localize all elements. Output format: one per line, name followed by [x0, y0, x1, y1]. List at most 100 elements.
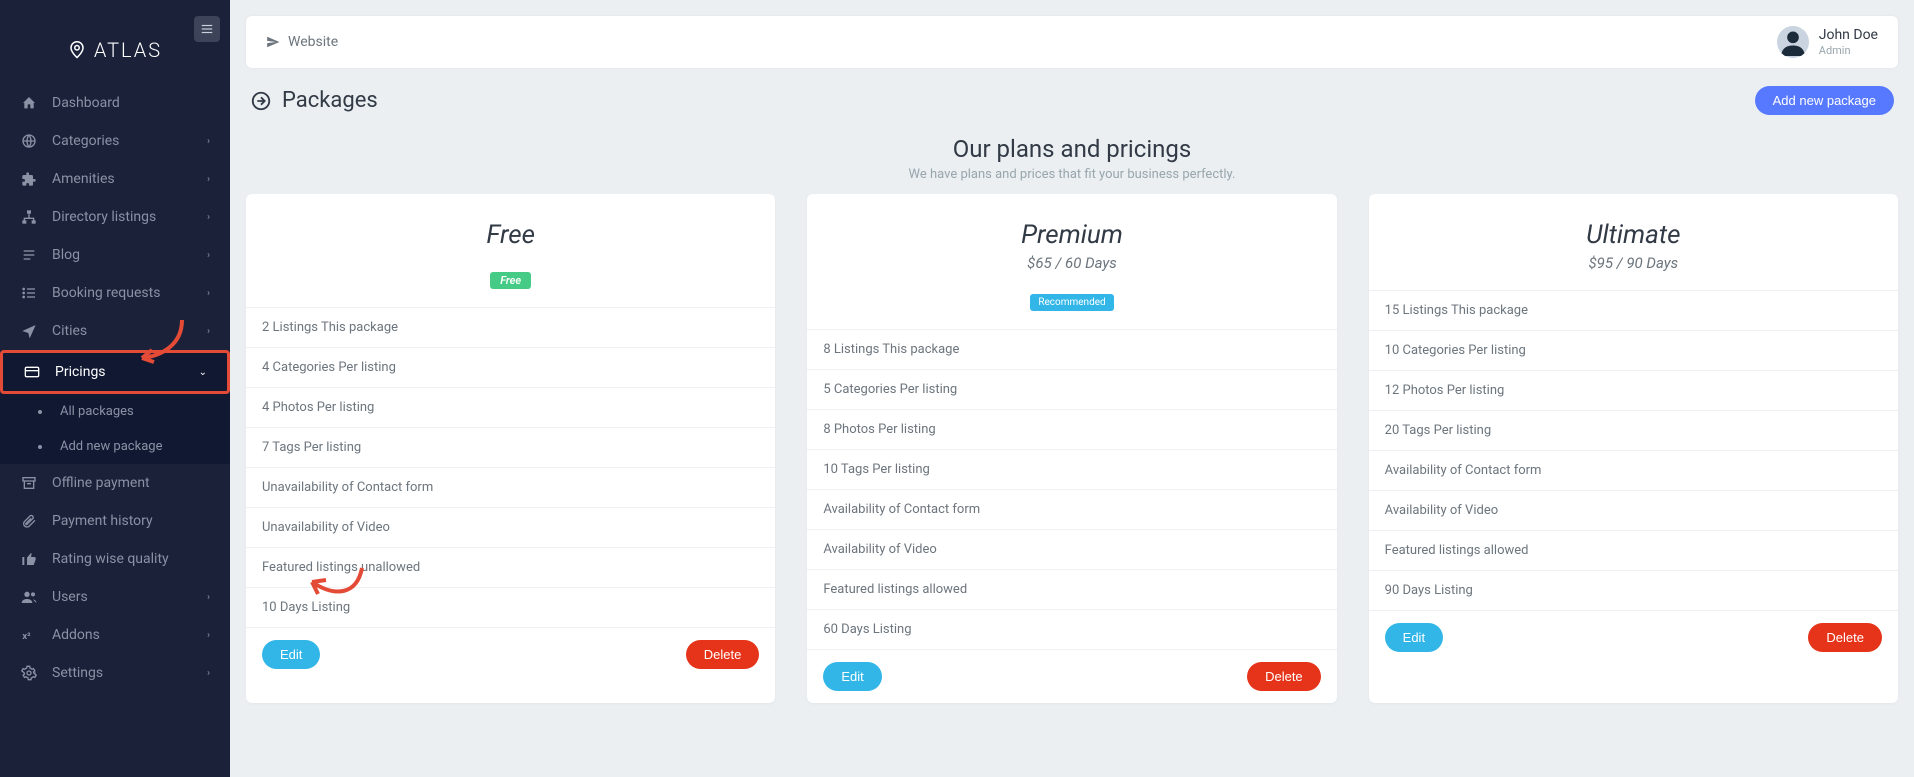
circle-arrow-icon	[250, 90, 272, 112]
section-subtitle: We have plans and prices that fit your b…	[230, 167, 1914, 182]
credit-card-icon	[23, 363, 41, 381]
nav-users[interactable]: Users ›	[0, 578, 230, 616]
paperclip-icon	[20, 512, 38, 530]
subnav-add-new-package[interactable]: Add new package	[0, 429, 230, 464]
avatar-icon	[1779, 28, 1807, 56]
plan-name: Free	[262, 220, 759, 250]
plan-feature: Availability of Video	[1369, 491, 1898, 531]
nav-label: Settings	[52, 665, 103, 681]
sidebar: ATLAS Dashboard Categories › Amenities ›…	[0, 0, 230, 777]
plan-actions: Edit Delete	[807, 650, 1336, 703]
plan-feature: 12 Photos Per listing	[1369, 371, 1898, 411]
plan-feature: Unavailability of Video	[246, 508, 775, 548]
nav-label: Blog	[52, 247, 80, 263]
plan-feature: 5 Categories Per listing	[807, 370, 1336, 410]
user-name: John Doe	[1819, 27, 1878, 44]
plan-feature: Availability of Video	[807, 530, 1336, 570]
hamburger-button[interactable]	[194, 16, 220, 42]
user-menu[interactable]: John Doe Admin	[1777, 26, 1878, 58]
plan-feature: 10 Categories Per listing	[1369, 331, 1898, 371]
nav-label: Users	[52, 589, 88, 605]
edit-button[interactable]: Edit	[262, 640, 320, 669]
plan-features: 15 Listings This package10 Categories Pe…	[1369, 291, 1898, 611]
subnav-label: Add new package	[60, 439, 162, 454]
plan-feature: 8 Listings This package	[807, 330, 1336, 370]
nav-amenities[interactable]: Amenities ›	[0, 160, 230, 198]
location-arrow-icon	[20, 322, 38, 340]
home-icon	[20, 94, 38, 112]
plan-feature: 20 Tags Per listing	[1369, 411, 1898, 451]
chevron-right-icon: ›	[207, 174, 210, 185]
gears-icon	[20, 664, 38, 682]
archive-icon	[20, 474, 38, 492]
nav-booking-requests[interactable]: Booking requests ›	[0, 274, 230, 312]
edit-button[interactable]: Edit	[823, 662, 881, 691]
nav-cities[interactable]: Cities ›	[0, 312, 230, 350]
menu-icon	[200, 22, 214, 36]
chevron-right-icon: ›	[207, 668, 210, 679]
nav-pricings[interactable]: Pricings ⌄	[0, 350, 230, 394]
users-icon	[20, 588, 38, 606]
plan-card: Premium$65 / 60 DaysRecommended8 Listing…	[807, 194, 1336, 703]
delete-button[interactable]: Delete	[1808, 623, 1882, 652]
chevron-right-icon: ›	[207, 326, 210, 337]
plan-feature: Unavailability of Contact form	[246, 468, 775, 508]
nav-label: Addons	[52, 627, 100, 643]
plan-feature: Featured listings unallowed	[246, 548, 775, 588]
plan-feature: 7 Tags Per listing	[246, 428, 775, 468]
plan-actions: Edit Delete	[246, 628, 775, 681]
nav-label: Booking requests	[52, 285, 160, 301]
thumbs-up-icon	[20, 550, 38, 568]
nav-label: Offline payment	[52, 475, 150, 491]
add-new-package-button[interactable]: Add new package	[1755, 86, 1894, 115]
chevron-down-icon: ⌄	[199, 367, 207, 378]
nav-label: Categories	[52, 133, 119, 149]
plan-feature: Availability of Contact form	[807, 490, 1336, 530]
nav-rating[interactable]: Rating wise quality	[0, 540, 230, 578]
plan-feature: Availability of Contact form	[1369, 451, 1898, 491]
plan-head: Free Free	[246, 194, 775, 308]
subnav-all-packages[interactable]: All packages	[0, 394, 230, 429]
plan-feature: 4 Categories Per listing	[246, 348, 775, 388]
nav-label: Amenities	[52, 171, 115, 187]
plan-feature: 15 Listings This package	[1369, 291, 1898, 331]
chevron-right-icon: ›	[207, 592, 210, 603]
nav-directory-listings[interactable]: Directory listings ›	[0, 198, 230, 236]
plan-feature: 4 Photos Per listing	[246, 388, 775, 428]
section-title: Our plans and pricings	[230, 135, 1914, 163]
plan-feature: 10 Tags Per listing	[807, 450, 1336, 490]
tasks-icon	[20, 284, 38, 302]
plan-features: 2 Listings This package4 Categories Per …	[246, 308, 775, 628]
nav-payment-history[interactable]: Payment history	[0, 502, 230, 540]
nav-categories[interactable]: Categories ›	[0, 122, 230, 160]
page-title: Packages	[282, 88, 378, 113]
delete-button[interactable]: Delete	[1247, 662, 1321, 691]
nav-pricings-submenu: All packages Add new package	[0, 394, 230, 464]
nav-dashboard[interactable]: Dashboard	[0, 84, 230, 122]
plan-badge: Free	[490, 272, 531, 289]
sitemap-icon	[20, 208, 38, 226]
edit-button[interactable]: Edit	[1385, 623, 1443, 652]
page-header: Packages Add new package	[230, 68, 1914, 127]
plan-features: 8 Listings This package5 Categories Per …	[807, 330, 1336, 650]
main-content: Website John Doe Admin Packages Add new …	[230, 0, 1914, 777]
nav-label: Pricings	[55, 364, 106, 380]
delete-button[interactable]: Delete	[686, 640, 760, 669]
nav-settings[interactable]: Settings ›	[0, 654, 230, 692]
subnav-label: All packages	[60, 404, 134, 419]
topbar: Website John Doe Admin	[246, 16, 1898, 68]
website-label: Website	[288, 34, 338, 50]
nav-addons[interactable]: x² Addons ›	[0, 616, 230, 654]
nav-offline-payment[interactable]: Offline payment	[0, 464, 230, 502]
list-icon	[20, 246, 38, 264]
website-link[interactable]: Website	[266, 34, 338, 50]
nav-label: Dashboard	[52, 95, 120, 111]
nav-blog[interactable]: Blog ›	[0, 236, 230, 274]
globe-icon	[20, 132, 38, 150]
plan-feature: 60 Days Listing	[807, 610, 1336, 650]
svg-text:x²: x²	[22, 631, 31, 642]
puzzle-icon	[20, 170, 38, 188]
plan-actions: Edit Delete	[1369, 611, 1898, 664]
user-role: Admin	[1819, 44, 1878, 57]
user-info: John Doe Admin	[1819, 27, 1878, 57]
